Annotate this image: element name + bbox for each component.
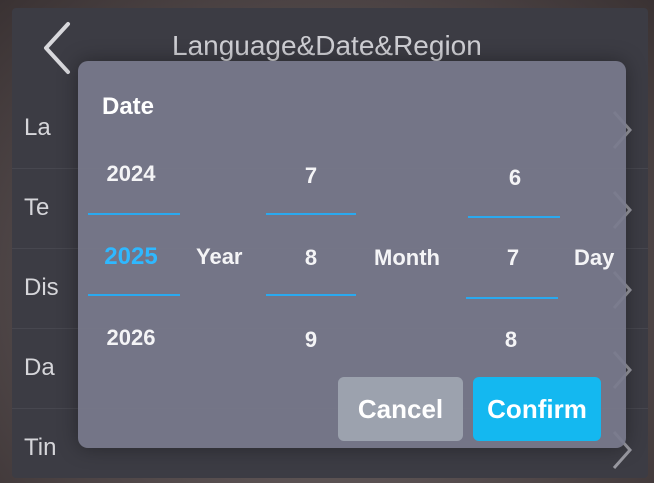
day-option-selected[interactable]: 7 xyxy=(468,245,558,271)
day-selection-line-bottom xyxy=(466,297,558,299)
day-unit-label: Day xyxy=(574,245,615,270)
chevron-left-icon[interactable] xyxy=(38,18,78,78)
cancel-button[interactable]: Cancel xyxy=(338,377,463,441)
date-picker-dialog: Date 2024 2025 2026 Year 7 8 9 Month 6 7… xyxy=(78,61,626,448)
month-option-selected[interactable]: 8 xyxy=(266,245,356,271)
device-screen: Language&Date&Region La Te Dis Da Tin Da… xyxy=(12,8,648,478)
month-option-next[interactable]: 9 xyxy=(266,327,356,353)
page-title: Language&Date&Region xyxy=(172,30,482,61)
year-option-prev[interactable]: 2024 xyxy=(86,161,176,187)
year-option-selected[interactable]: 2025 xyxy=(86,243,176,271)
confirm-button[interactable]: Confirm xyxy=(473,377,601,441)
dialog-title: Date xyxy=(102,93,155,120)
month-selection-line-top xyxy=(266,213,356,215)
year-unit-label: Year xyxy=(196,244,243,269)
year-option-next[interactable]: 2026 xyxy=(86,325,176,351)
day-option-prev[interactable]: 6 xyxy=(470,165,560,191)
year-selection-line-bottom xyxy=(88,294,180,296)
month-selection-line-bottom xyxy=(266,294,356,296)
month-unit-label: Month xyxy=(374,245,440,270)
year-selection-line-top xyxy=(88,213,180,215)
day-option-next[interactable]: 8 xyxy=(466,327,556,353)
row-label: La xyxy=(24,114,51,141)
row-label: Tin xyxy=(24,434,57,461)
day-selection-line-top xyxy=(468,216,560,218)
row-label: Te xyxy=(24,194,50,221)
month-option-prev[interactable]: 7 xyxy=(266,163,356,189)
row-label: Da xyxy=(24,354,55,381)
row-label: Dis xyxy=(24,274,59,301)
